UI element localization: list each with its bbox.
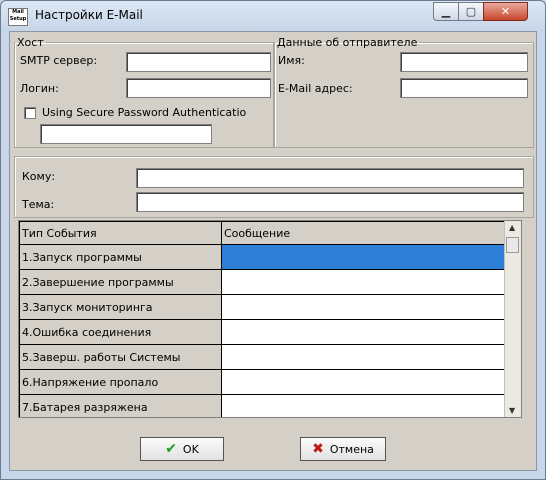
message-cell[interactable] bbox=[221, 319, 508, 345]
event-type-cell[interactable]: 1.Запуск программы bbox=[19, 244, 222, 270]
cancel-button-label: Отмена bbox=[329, 442, 374, 456]
dialog-body: Хост SMTP сервер: Логин: Using Secure Pa… bbox=[9, 31, 537, 471]
grid-vertical-scrollbar[interactable]: ▲ ▼ bbox=[504, 221, 521, 417]
event-message-grid[interactable]: Тип События Сообщение 1.Запуск программы… bbox=[18, 220, 522, 418]
cross-icon: ✖ bbox=[312, 441, 324, 457]
host-legend: Хост bbox=[17, 36, 44, 49]
spa-checkbox[interactable] bbox=[24, 107, 36, 119]
sender-email-label: E-Mail адрес: bbox=[278, 82, 353, 95]
minimize-button[interactable]: ▁ bbox=[433, 2, 459, 21]
sender-email-input[interactable] bbox=[400, 78, 528, 98]
title-bar[interactable]: Mail Setup Настройки E-Mail ▁ ▢ ✕ bbox=[1, 1, 545, 31]
message-cell[interactable] bbox=[221, 269, 508, 295]
smtp-server-input[interactable] bbox=[126, 52, 271, 72]
subject-input[interactable] bbox=[136, 192, 524, 212]
column-header-event-type[interactable]: Тип События bbox=[19, 221, 222, 245]
scroll-up-arrow-icon[interactable]: ▲ bbox=[509, 223, 515, 232]
login-label: Логин: bbox=[20, 82, 59, 95]
ok-button[interactable]: ✔ OK bbox=[140, 437, 224, 461]
event-type-cell[interactable]: 7.Батарея разряжена bbox=[19, 394, 222, 417]
login-input[interactable] bbox=[126, 78, 271, 98]
table-row[interactable]: 6.Напряжение пропало bbox=[19, 369, 508, 395]
event-type-cell[interactable]: 4.Ошибка соединения bbox=[19, 319, 222, 345]
column-header-message[interactable]: Сообщение bbox=[221, 221, 508, 245]
close-button[interactable]: ✕ bbox=[483, 2, 528, 21]
table-row[interactable]: 3.Запуск мониторинга bbox=[19, 294, 508, 320]
table-header-row: Тип События Сообщение bbox=[19, 221, 508, 245]
event-table: Тип События Сообщение 1.Запуск программы… bbox=[19, 221, 508, 417]
smtp-server-label: SMTP сервер: bbox=[20, 54, 98, 67]
window-title: Настройки E-Mail bbox=[35, 8, 143, 22]
event-type-cell[interactable]: 6.Напряжение пропало bbox=[19, 369, 222, 395]
to-input[interactable] bbox=[136, 168, 524, 188]
subject-label: Тема: bbox=[22, 198, 55, 211]
maximize-button[interactable]: ▢ bbox=[458, 2, 484, 21]
message-cell[interactable] bbox=[221, 369, 508, 395]
ok-button-label: OK bbox=[182, 442, 199, 456]
to-label: Кому: bbox=[22, 170, 56, 183]
spa-label: Using Secure Password Authenticatio bbox=[42, 106, 247, 119]
table-row[interactable]: 7.Батарея разряжена bbox=[19, 394, 508, 417]
sender-name-label: Имя: bbox=[278, 54, 305, 67]
table-row[interactable]: 1.Запуск программы bbox=[19, 244, 508, 270]
table-row[interactable]: 2.Завершение программы bbox=[19, 269, 508, 295]
scroll-down-arrow-icon[interactable]: ▼ bbox=[509, 406, 515, 415]
message-cell[interactable] bbox=[221, 344, 508, 370]
table-row[interactable]: 4.Ошибка соединения bbox=[19, 319, 508, 345]
table-row[interactable]: 5.Заверш. работы Системы bbox=[19, 344, 508, 370]
message-cell-selected[interactable] bbox=[221, 244, 508, 270]
event-type-cell[interactable]: 3.Запуск мониторинга bbox=[19, 294, 222, 320]
sender-legend: Данные об отправителе bbox=[277, 36, 418, 49]
message-cell[interactable] bbox=[221, 394, 508, 417]
scroll-thumb[interactable] bbox=[506, 237, 519, 253]
event-type-cell[interactable]: 2.Завершение программы bbox=[19, 269, 222, 295]
email-settings-window: Mail Setup Настройки E-Mail ▁ ▢ ✕ Хост S… bbox=[0, 0, 546, 480]
sender-name-input[interactable] bbox=[400, 52, 528, 72]
event-type-cell[interactable]: 5.Заверш. работы Системы bbox=[19, 344, 222, 370]
spa-input[interactable] bbox=[40, 124, 212, 144]
checkmark-icon: ✔ bbox=[165, 441, 177, 457]
cancel-button[interactable]: ✖ Отмена bbox=[300, 437, 386, 461]
message-cell[interactable] bbox=[221, 294, 508, 320]
mail-setup-icon: Mail Setup bbox=[8, 8, 28, 26]
